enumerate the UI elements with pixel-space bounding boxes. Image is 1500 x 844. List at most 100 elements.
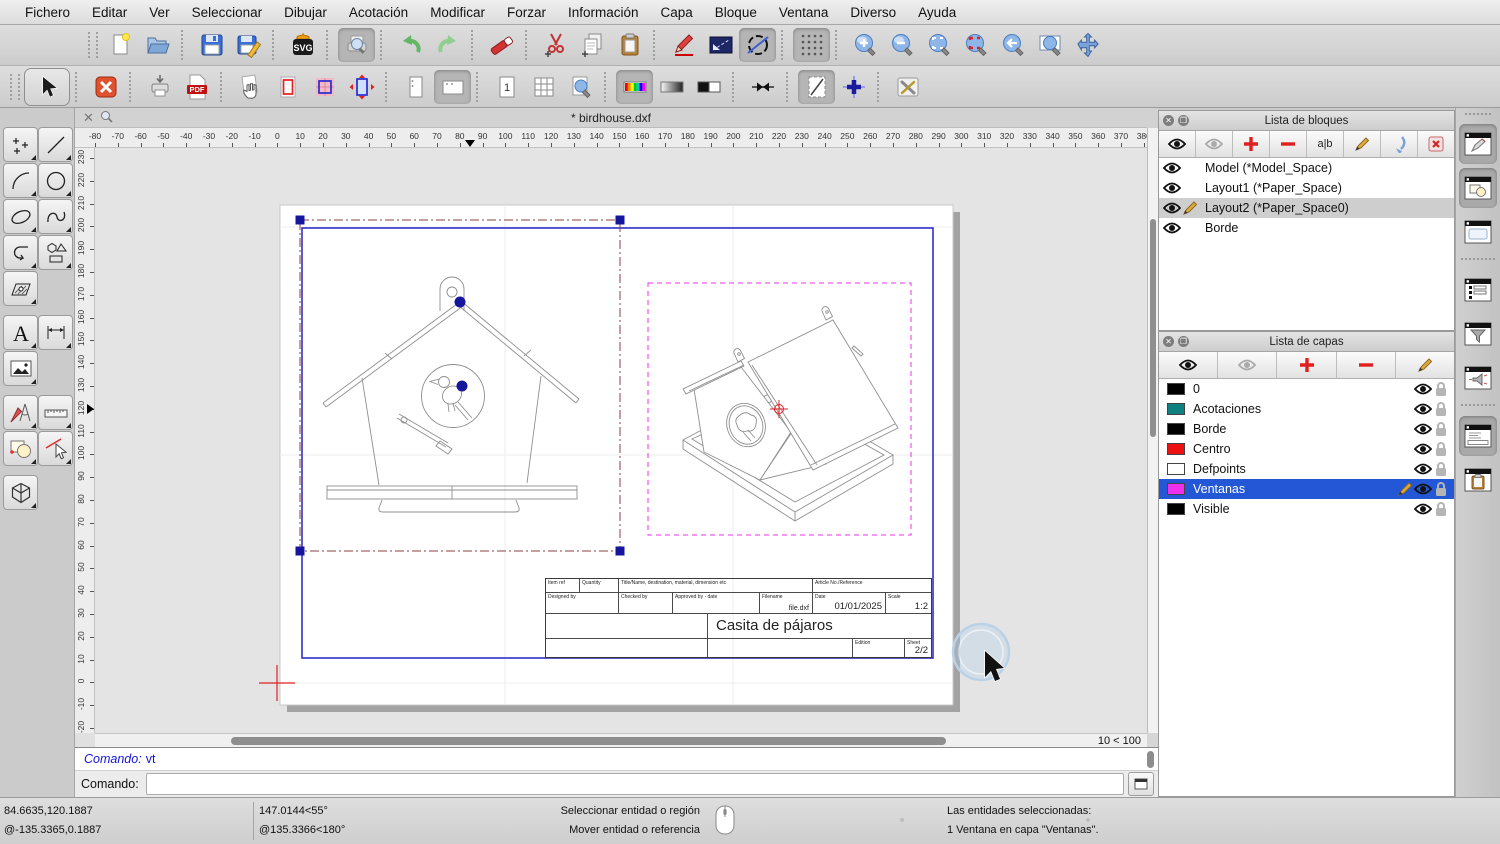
lock-icon[interactable] bbox=[1432, 421, 1450, 437]
block-row-borde[interactable]: Borde bbox=[1159, 218, 1454, 238]
layers-minus-button[interactable] bbox=[1337, 352, 1396, 378]
page-border-button[interactable] bbox=[269, 70, 306, 104]
select-arrow-button[interactable] bbox=[24, 67, 70, 106]
layer-color-swatch[interactable] bbox=[1167, 463, 1185, 475]
tool-text-button[interactable]: A bbox=[3, 315, 38, 350]
paste-button[interactable] bbox=[611, 28, 648, 62]
tool-arc-button[interactable] bbox=[3, 163, 38, 198]
layers-pencil-button[interactable] bbox=[1396, 352, 1454, 378]
print-page-button[interactable] bbox=[141, 70, 178, 104]
tool-polyline-button[interactable] bbox=[3, 235, 38, 270]
redo-button[interactable] bbox=[429, 28, 466, 62]
print-preview-button[interactable] bbox=[338, 28, 375, 62]
layer-color-swatch[interactable] bbox=[1167, 443, 1185, 455]
tool-line-button[interactable] bbox=[38, 127, 73, 162]
tool-dimension-button[interactable] bbox=[38, 315, 73, 350]
save-as-button[interactable] bbox=[230, 28, 267, 62]
lock-icon[interactable] bbox=[1432, 441, 1450, 457]
blocks-purge-button[interactable] bbox=[1418, 131, 1454, 157]
win-property-editor-toggle[interactable] bbox=[1459, 124, 1497, 164]
layer-row-visible[interactable]: Visible bbox=[1159, 499, 1454, 519]
lock-icon[interactable] bbox=[1432, 461, 1450, 477]
horizontal-scrollbar-thumb[interactable] bbox=[231, 737, 946, 745]
layer-row-0[interactable]: 0 bbox=[1159, 379, 1454, 399]
blocks-plus-button[interactable] bbox=[1233, 131, 1270, 157]
menu-ayuda[interactable]: Ayuda bbox=[907, 5, 967, 20]
command-popup-button[interactable] bbox=[1128, 772, 1154, 796]
eye-icon[interactable] bbox=[1414, 482, 1432, 496]
page-portrait-button[interactable] bbox=[397, 70, 434, 104]
menu-bloque[interactable]: Bloque bbox=[704, 5, 768, 20]
tool-points-button[interactable] bbox=[3, 127, 38, 162]
tool-spline-button[interactable] bbox=[38, 199, 73, 234]
vertical-scrollbar[interactable] bbox=[1147, 128, 1158, 733]
grid-snap-button[interactable] bbox=[793, 28, 830, 62]
pan-button[interactable] bbox=[1069, 28, 1106, 62]
blocks-minus-button[interactable] bbox=[1270, 131, 1307, 157]
block-row-layout2[interactable]: Layout2 (*Paper_Space0) bbox=[1159, 198, 1454, 218]
layer-color-swatch[interactable] bbox=[1167, 503, 1185, 515]
menu-editar[interactable]: Editar bbox=[81, 5, 138, 20]
menu-dibujar[interactable]: Dibujar bbox=[273, 5, 338, 20]
win-filter-toggle[interactable] bbox=[1459, 314, 1497, 354]
eye-icon[interactable] bbox=[1163, 161, 1181, 175]
page-landscape-button[interactable] bbox=[434, 69, 471, 104]
edit-pencil-button[interactable] bbox=[665, 28, 702, 62]
pdf-export-button[interactable]: PDF bbox=[178, 70, 215, 104]
layer-row-acotaciones[interactable]: Acotaciones bbox=[1159, 399, 1454, 419]
page-number-button[interactable]: 1 bbox=[488, 70, 525, 104]
win-clipboard-toggle[interactable] bbox=[1459, 460, 1497, 500]
color-bar-button[interactable] bbox=[616, 69, 653, 104]
settings-tools-button[interactable] bbox=[889, 70, 926, 104]
vertical-scrollbar-thumb[interactable] bbox=[1150, 219, 1156, 437]
lineweight-button[interactable] bbox=[744, 70, 781, 104]
close-panel-icon[interactable]: ✕ bbox=[1163, 336, 1174, 347]
close-x-button[interactable] bbox=[87, 70, 124, 104]
horizontal-scrollbar[interactable]: 10 < 100 bbox=[95, 733, 1147, 747]
drawing-canvas[interactable]: Item ref Quantity Title/Name, destinatio… bbox=[95, 148, 1147, 733]
zoom-selection-button[interactable] bbox=[958, 28, 995, 62]
tool-solid-3d-button[interactable] bbox=[3, 475, 38, 510]
tool-image-button[interactable] bbox=[3, 351, 38, 386]
lock-icon[interactable] bbox=[1432, 381, 1450, 397]
win-viewport-toggle[interactable] bbox=[1459, 212, 1497, 252]
menu-diverso[interactable]: Diverso bbox=[839, 5, 907, 20]
copy-button[interactable] bbox=[574, 28, 611, 62]
layer-row-borde[interactable]: Borde bbox=[1159, 419, 1454, 439]
float-panel-icon[interactable]: ❐ bbox=[1178, 115, 1189, 126]
layers-eye-on-button[interactable] bbox=[1159, 352, 1219, 378]
tool-block-create-button[interactable] bbox=[3, 431, 38, 466]
zoom-in-button[interactable] bbox=[847, 28, 884, 62]
reference-point-apex[interactable] bbox=[454, 296, 466, 308]
menu-modificar[interactable]: Modificar bbox=[419, 5, 496, 20]
tool-measure-button[interactable] bbox=[38, 395, 73, 430]
blocks-insert-down-button[interactable] bbox=[1381, 131, 1418, 157]
command-history-scrollbar[interactable] bbox=[1147, 751, 1154, 768]
menu-fichero[interactable]: Fichero bbox=[14, 5, 81, 20]
page-grid-button[interactable] bbox=[525, 70, 562, 104]
zoom-previous-button[interactable] bbox=[995, 28, 1032, 62]
layer-color-swatch[interactable] bbox=[1167, 403, 1185, 415]
menu-acotación[interactable]: Acotación bbox=[338, 5, 419, 20]
tool-modify-cursor-button[interactable] bbox=[38, 431, 73, 466]
win-view-toggle[interactable] bbox=[1459, 358, 1497, 398]
lock-icon[interactable] bbox=[1432, 481, 1450, 497]
eye-icon[interactable] bbox=[1414, 402, 1432, 416]
tool-circle-button[interactable] bbox=[38, 163, 73, 198]
save-button[interactable] bbox=[193, 28, 230, 62]
layer-row-defpoints[interactable]: Defpoints bbox=[1159, 459, 1454, 479]
snap-free-button[interactable] bbox=[739, 28, 776, 62]
tool-ellipse-button[interactable] bbox=[3, 199, 38, 234]
menu-ver[interactable]: Ver bbox=[138, 5, 180, 20]
menu-forzar[interactable]: Forzar bbox=[496, 5, 557, 20]
draft-mode-button[interactable] bbox=[798, 69, 835, 104]
layer-row-centro[interactable]: Centro bbox=[1159, 439, 1454, 459]
blocks-eye-off-button[interactable] bbox=[1196, 131, 1233, 157]
zoom-auto-button[interactable] bbox=[921, 28, 958, 62]
pan-page-button[interactable] bbox=[232, 70, 269, 104]
menu-capa[interactable]: Capa bbox=[650, 5, 704, 20]
undo-button[interactable] bbox=[392, 28, 429, 62]
float-panel-icon[interactable]: ❐ bbox=[1178, 336, 1189, 347]
win-list-toggle[interactable] bbox=[1459, 270, 1497, 310]
eye-icon[interactable] bbox=[1414, 502, 1432, 516]
